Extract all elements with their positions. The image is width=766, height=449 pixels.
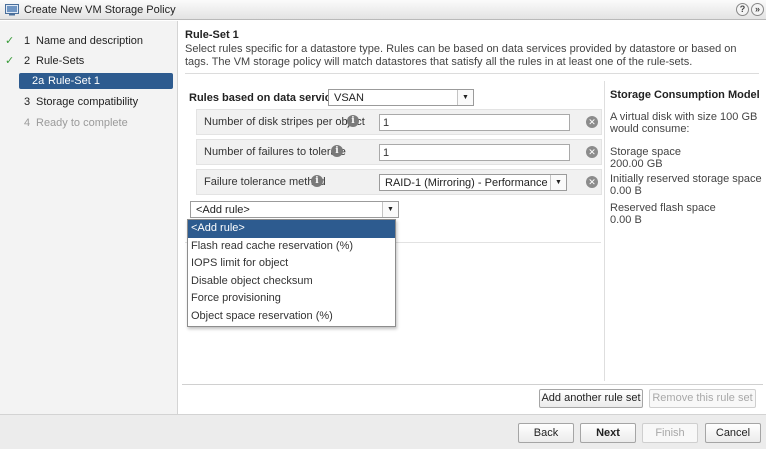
back-button[interactable]: Back <box>518 423 574 443</box>
add-rule-dropdown-list: <Add rule> Flash read cache reservation … <box>187 219 396 327</box>
chevron-down-icon: ▼ <box>382 202 398 217</box>
remove-rule-icon[interactable]: ✕ <box>586 176 598 188</box>
storage-intro-line: would consume: <box>610 123 690 135</box>
step-number: 4 <box>24 117 31 129</box>
dropdown-option[interactable]: Object space reservation (%) <box>188 308 395 326</box>
info-icon[interactable]: i <box>347 115 359 127</box>
wizard-steps: ✓ 1 Name and description ✓ 2 Rule-Sets 2… <box>0 21 178 414</box>
step-name-description[interactable]: ✓ 1 Name and description <box>0 33 178 49</box>
dropdown-option[interactable]: Disable object checksum <box>188 273 395 291</box>
datastore-type-value: VSAN <box>334 92 364 104</box>
step-number: 3 <box>24 96 31 108</box>
rule-disk-stripes: Number of disk stripes per object i 1 ✕ <box>196 109 602 135</box>
disk-stripes-input[interactable]: 1 <box>379 114 570 131</box>
remove-rule-set-button[interactable]: Remove this rule set <box>649 389 756 408</box>
step-label: Rule-Sets <box>36 55 85 67</box>
step-label: Ready to complete <box>36 117 128 129</box>
storage-intro-line: A virtual disk with size 100 GB <box>610 111 758 123</box>
step-number: 1 <box>24 35 31 47</box>
checkmark-icon: ✓ <box>5 55 15 67</box>
dropdown-option[interactable]: <Add rule> <box>188 220 395 238</box>
window-title: Create New VM Storage Policy <box>24 4 176 16</box>
storage-consumption-model: Storage Consumption Model A virtual disk… <box>610 89 762 226</box>
title-bar: Create New VM Storage Policy ? » <box>0 0 766 20</box>
cancel-button[interactable]: Cancel <box>705 423 761 443</box>
step-number: 2 <box>24 55 31 67</box>
next-button[interactable]: Next <box>580 423 636 443</box>
step-label: Storage compatibility <box>36 96 139 108</box>
rule-failure-tolerance-method: Failure tolerance method i RAID-1 (Mirro… <box>196 169 602 195</box>
remove-rule-icon[interactable]: ✕ <box>586 116 598 128</box>
rule-name: Number of disk stripes per object <box>204 116 365 128</box>
wizard-footer: Back Next Finish Cancel <box>0 414 766 449</box>
page-title: Rule-Set 1 <box>185 29 239 41</box>
add-rule-set-button[interactable]: Add another rule set <box>539 389 643 408</box>
dropdown-option[interactable]: Force provisioning <box>188 290 395 308</box>
add-rule-value: <Add rule> <box>196 204 250 216</box>
reserved-storage-label: Initially reserved storage space <box>610 173 762 185</box>
step-rule-sets[interactable]: ✓ 2 Rule-Sets <box>0 53 178 69</box>
rules-label: Rules based on data services <box>189 92 344 104</box>
expand-icon[interactable]: » <box>751 3 764 16</box>
chevron-down-icon: ▼ <box>457 90 473 105</box>
divider <box>185 73 759 74</box>
step-label: Rule-Set 1 <box>48 75 100 87</box>
storage-space-label: Storage space <box>610 146 681 158</box>
help-icon[interactable]: ? <box>736 3 749 16</box>
field-value: 1 <box>383 117 390 129</box>
step-rule-set-1[interactable]: 2a Rule-Set 1 <box>19 73 173 89</box>
chevron-down-icon: ▼ <box>550 175 566 190</box>
info-icon[interactable]: i <box>311 175 323 187</box>
storage-model-title: Storage Consumption Model <box>610 89 760 101</box>
tolerance-method-select[interactable]: RAID-1 (Mirroring) - Performance ▼ <box>379 174 567 191</box>
remove-rule-icon[interactable]: ✕ <box>586 146 598 158</box>
rule-name: Failure tolerance method <box>204 176 326 188</box>
dropdown-option[interactable]: IOPS limit for object <box>188 255 395 273</box>
vm-policy-icon <box>5 4 19 16</box>
divider <box>182 384 763 385</box>
tolerance-method-value: RAID-1 (Mirroring) - Performance <box>385 177 548 189</box>
step-storage-compatibility[interactable]: 3 Storage compatibility <box>0 94 178 110</box>
datastore-type-select[interactable]: VSAN ▼ <box>328 89 474 106</box>
step-number: 2a <box>32 75 45 87</box>
add-rule-select[interactable]: <Add rule> ▼ <box>190 201 399 218</box>
page-description: Select rules specific for a datastore ty… <box>185 43 737 68</box>
step-ready-to-complete: 4 Ready to complete <box>0 115 178 131</box>
failures-to-tolerate-input[interactable]: 1 <box>379 144 570 161</box>
rule-name: Number of failures to tolerate <box>204 146 346 158</box>
storage-space-value: 200.00 GB <box>610 158 663 170</box>
reserved-storage-value: 0.00 B <box>610 185 642 197</box>
divider <box>604 81 605 381</box>
checkmark-icon: ✓ <box>5 35 15 47</box>
step-label: Name and description <box>36 35 144 47</box>
flash-space-label: Reserved flash space <box>610 202 716 214</box>
field-value: 1 <box>383 147 390 159</box>
finish-button[interactable]: Finish <box>642 423 698 443</box>
info-icon[interactable]: i <box>331 145 343 157</box>
flash-space-value: 0.00 B <box>610 214 642 226</box>
dropdown-option[interactable]: Flash read cache reservation (%) <box>188 238 395 256</box>
rule-set-page: Rule-Set 1 Select rules specific for a d… <box>179 21 766 414</box>
rule-failures-to-tolerate: Number of failures to tolerate i 1 ✕ <box>196 139 602 165</box>
